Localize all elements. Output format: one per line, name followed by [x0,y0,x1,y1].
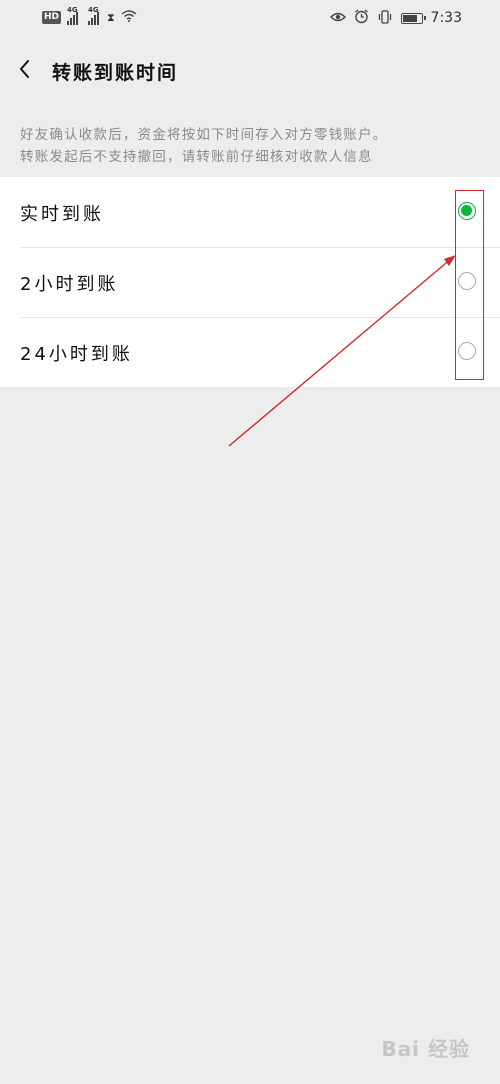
page-title: 转账到账时间 [52,62,179,84]
vibrate-icon [377,9,393,27]
option-realtime[interactable]: 实时到账 [0,177,500,247]
chevron-left-icon [20,60,29,78]
alarm-icon [354,9,369,27]
signal-icon: 4G [67,6,79,25]
option-24-hours[interactable]: 24小时到账 [0,317,500,387]
status-bar: HD 4G 4G ⧗ 7:33 [0,0,500,40]
hourglass-icon: ⧗ [107,10,115,24]
description-text: 好友确认收款后，资金将按如下时间存入对方零钱账户。 转账发起后不支持撤回，请转账… [20,124,485,168]
option-label: 2小时到账 [20,274,119,295]
wifi-icon [121,10,137,25]
option-label: 实时到账 [20,204,104,225]
status-left: HD 4G 4G ⧗ [42,6,137,25]
network-type-label: 4G [67,5,78,14]
network-type-label-2: 4G [88,5,99,14]
battery-fill [402,14,417,22]
watermark-logo: Bai 经验 [381,1037,470,1061]
status-right: 7:33 [329,9,462,27]
option-2-hours[interactable]: 2小时到账 [0,247,500,317]
option-label: 24小时到账 [20,344,133,365]
back-button[interactable] [14,54,38,84]
clock-time: 7:33 [430,10,462,26]
signal-icon-2: 4G [88,6,100,25]
description-line-2: 转账发起后不支持撤回，请转账前仔细核对收款人信息 [20,149,373,165]
nav-header: 转账到账时间 [0,40,500,102]
battery-icon [400,12,426,24]
description-line-1: 好友确认收款后，资金将按如下时间存入对方零钱账户。 [20,127,388,143]
arrival-time-options: 实时到账 2小时到账 24小时到账 [0,177,500,387]
hd-badge: HD [42,11,62,24]
eye-icon [329,11,346,26]
annotation-highlight-box [455,190,484,380]
